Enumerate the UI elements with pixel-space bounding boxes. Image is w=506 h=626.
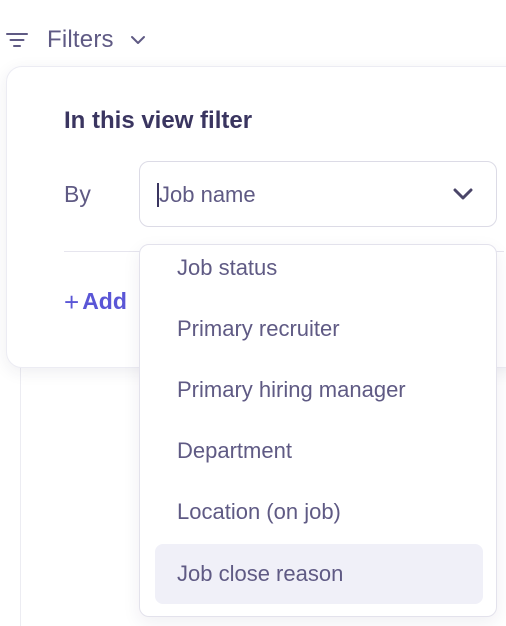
filter-by-select[interactable]: Job name (139, 161, 497, 227)
menu-item-job-status[interactable]: Job status (155, 245, 483, 298)
filters-label: Filters (47, 26, 114, 53)
background-divider (20, 365, 21, 626)
filters-toggle-button[interactable]: Filters (6, 24, 146, 56)
add-filter-label: Add (82, 288, 127, 314)
menu-item-primary-hiring-manager[interactable]: Primary hiring manager (155, 360, 483, 420)
menu-item-label: Job close reason (177, 561, 344, 586)
by-label: By (64, 181, 91, 207)
menu-item-label: Primary hiring manager (177, 377, 406, 402)
add-filter-button[interactable]: + Add (64, 288, 127, 315)
menu-item-job-close-reason[interactable]: Job close reason (155, 544, 483, 604)
menu-item-label: Department (177, 438, 292, 463)
menu-item-primary-recruiter[interactable]: Primary recruiter (155, 299, 483, 359)
filter-lines-icon (6, 33, 28, 47)
chevron-down-icon[interactable] (453, 188, 473, 201)
menu-item-label: Primary recruiter (177, 316, 340, 341)
filter-by-dropdown-menu: Job status Primary recruiter Primary hir… (139, 244, 497, 617)
chevron-down-icon (130, 36, 145, 44)
menu-item-label: Job status (177, 255, 278, 280)
menu-item-department[interactable]: Department (155, 421, 483, 481)
plus-icon: + (64, 286, 80, 317)
filter-by-value: Job name (159, 182, 256, 207)
panel-title: In this view filter (64, 107, 253, 134)
menu-item-location-on-job[interactable]: Location (on job) (155, 482, 483, 542)
menu-item-label: Location (on job) (177, 499, 341, 524)
